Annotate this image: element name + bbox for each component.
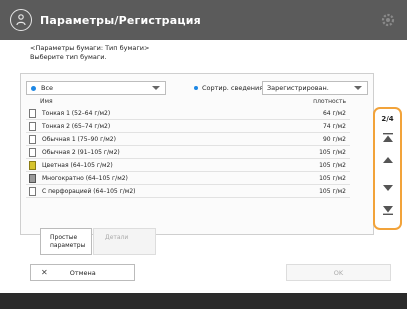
cancel-button[interactable]: ✕ Отмена — [30, 264, 135, 281]
table-row[interactable]: Многократно (64–105 г/м2) 105 г/м2 — [26, 173, 350, 185]
simple-settings-button[interactable]: Простые параметры — [40, 228, 92, 255]
row-weight: 105 г/м2 — [319, 162, 346, 169]
row-weight: 105 г/м2 — [319, 188, 346, 195]
instructions: <Параметры бумаги: Тип бумаги> Выберите … — [30, 44, 149, 62]
row-name: Многократно (64–105 г/м2) — [42, 175, 128, 182]
scroll-controls: 2/4 — [373, 107, 402, 230]
scroll-bottom-icon — [382, 206, 393, 215]
paper-color-icon — [29, 161, 36, 170]
paper-filter-dropdown[interactable]: Все — [26, 81, 166, 95]
row-weight: 105 г/м2 — [319, 175, 346, 182]
row-name: Обычная 2 (91–105 г/м2) — [42, 149, 120, 156]
chevron-down-icon — [152, 86, 160, 90]
settings-registration-icon — [10, 9, 32, 31]
row-weight: 105 г/м2 — [319, 149, 346, 156]
paper-plain-icon — [29, 148, 36, 157]
details-button[interactable]: Детали — [93, 228, 156, 255]
sort-dropdown[interactable]: Зарегистрирован. — [262, 81, 368, 95]
page-indicator: 2/4 — [381, 115, 394, 123]
scroll-down-button[interactable] — [380, 181, 395, 195]
table-row[interactable]: Тонкая 2 (65–74 г/м2) 74 г/м2 — [26, 121, 350, 133]
paper-recycled-icon — [29, 174, 36, 183]
row-name: Тонкая 1 (52–64 г/м2) — [42, 110, 111, 117]
column-name-header: Имя — [40, 98, 53, 105]
status-bar — [0, 293, 407, 309]
page-title: Параметры/Регистрация — [40, 13, 201, 27]
scroll-bottom-button[interactable] — [380, 203, 395, 217]
arrow-down-icon — [382, 185, 393, 191]
ok-button[interactable]: OK — [286, 264, 391, 281]
scroll-up-button[interactable] — [380, 153, 395, 167]
filter-value: Все — [41, 84, 54, 92]
row-name: Цветная (64–105 г/м2) — [42, 162, 113, 169]
filter-dot-icon — [31, 85, 36, 91]
table-row[interactable]: Цветная (64–105 г/м2) 105 г/м2 — [26, 160, 350, 172]
ok-label: OK — [333, 268, 344, 277]
row-name: Обычная 1 (75–90 г/м2) — [42, 136, 116, 143]
row-name: Тонкая 2 (65–74 г/м2) — [42, 123, 111, 130]
sort-value: Зарегистрирован. — [267, 84, 329, 92]
paper-plain-icon — [29, 122, 36, 131]
paper-punched-icon — [29, 187, 36, 196]
chevron-down-icon — [354, 86, 362, 90]
row-weight: 64 г/м2 — [322, 110, 346, 117]
table-row[interactable]: Обычная 1 (75–90 г/м2) 90 г/м2 — [26, 134, 350, 146]
sort-dot-icon — [194, 86, 198, 90]
sort-label: Сортир. сведения — [194, 81, 263, 95]
gear-icon[interactable] — [379, 11, 397, 29]
close-icon: ✕ — [41, 268, 48, 277]
sort-label-text: Сортир. сведения — [202, 84, 264, 92]
table-row[interactable]: С перфорацией (64–105 г/м2) 105 г/м2 — [26, 186, 350, 198]
instruction-line-2: Выберите тип бумаги. — [30, 53, 107, 61]
scroll-top-icon — [382, 133, 393, 142]
paper-plain-icon — [29, 135, 36, 144]
table-row[interactable]: Тонкая 1 (52–64 г/м2) 64 г/м2 — [26, 108, 350, 120]
table-header: Имя плотность — [26, 97, 350, 107]
row-weight: 74 г/м2 — [322, 123, 346, 130]
instruction-line-1: <Параметры бумаги: Тип бумаги> — [30, 44, 150, 52]
column-weight-header: плотность — [313, 98, 346, 105]
paper-plain-icon — [29, 109, 36, 118]
row-weight: 90 г/м2 — [322, 136, 346, 143]
table-row[interactable]: Обычная 2 (91–105 г/м2) 105 г/м2 — [26, 147, 350, 159]
scroll-top-button[interactable] — [380, 131, 395, 145]
row-name: С перфорацией (64–105 г/м2) — [42, 188, 136, 195]
arrow-up-icon — [382, 157, 393, 163]
title-bar: Параметры/Регистрация — [0, 0, 407, 40]
cancel-label: Отмена — [69, 268, 96, 277]
